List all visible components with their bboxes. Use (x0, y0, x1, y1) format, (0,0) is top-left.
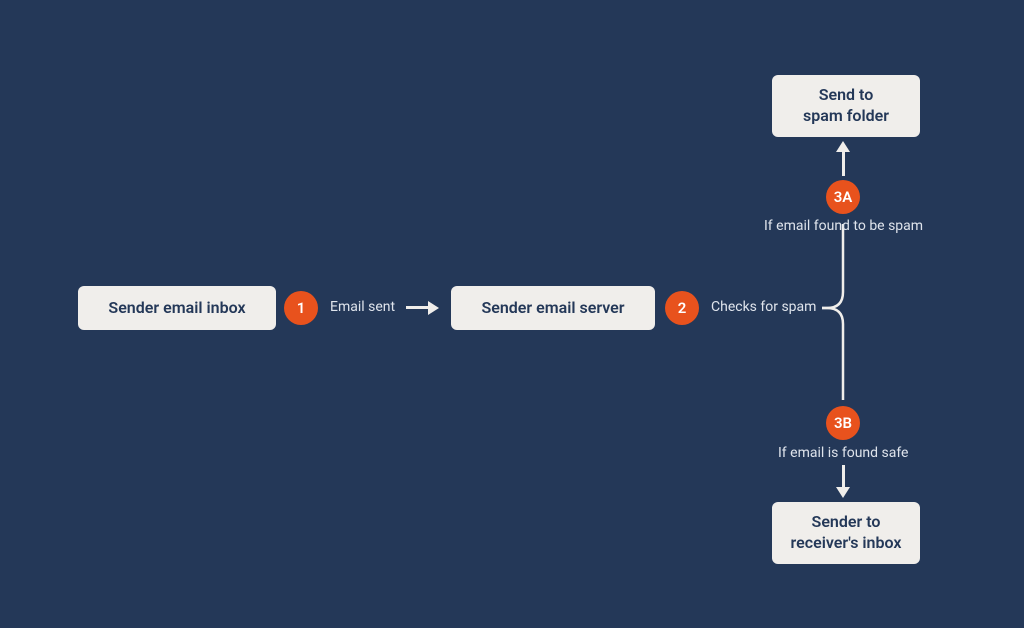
badge-step-3a: 3A (826, 180, 860, 214)
arrow-3a-line (842, 152, 845, 176)
badge-step-1-num: 1 (297, 299, 306, 317)
label-email-sent: Email sent (330, 299, 395, 315)
box-receiver-inbox: Sender to receiver's inbox (772, 502, 920, 564)
label-3a: If email found to be spam (764, 218, 923, 234)
arrow-1-line (406, 306, 428, 309)
box-sender-server-label: Sender email server (481, 298, 624, 319)
badge-step-3b: 3B (826, 406, 860, 440)
badge-step-3b-num: 3B (834, 414, 852, 432)
diagram-container: Sender email inbox 1 Email sent Sender e… (0, 0, 1024, 628)
arrow-1-head (428, 301, 439, 315)
badge-step-2: 2 (665, 291, 699, 325)
label-checks-spam: Checks for spam (711, 299, 816, 315)
box-receiver-inbox-label: Sender to receiver's inbox (791, 512, 902, 554)
box-spam-folder: Send to spam folder (772, 75, 920, 137)
badge-step-2-num: 2 (678, 299, 687, 317)
box-sender-inbox-label: Sender email inbox (108, 298, 245, 319)
arrow-3b-head (836, 487, 850, 498)
box-sender-inbox: Sender email inbox (78, 286, 276, 330)
arrow-3b-line (842, 465, 845, 487)
badge-step-3a-num: 3A (834, 188, 853, 206)
badge-step-1: 1 (284, 291, 318, 325)
label-3b: If email is found safe (778, 445, 908, 461)
box-sender-server: Sender email server (451, 286, 655, 330)
arrow-3a-head (836, 141, 850, 152)
box-spam-folder-label: Send to spam folder (803, 85, 889, 127)
